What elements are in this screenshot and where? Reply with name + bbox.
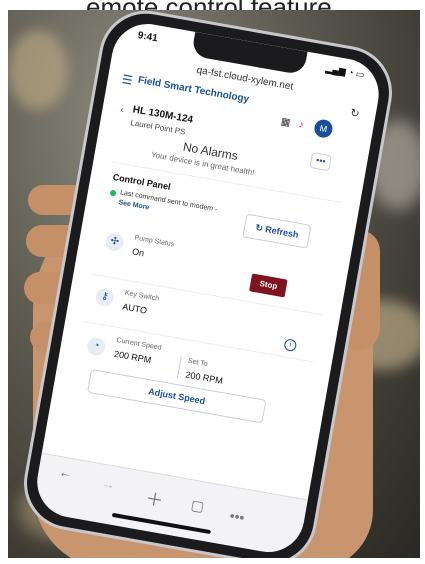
key-switch-label: Key Switch [124, 289, 160, 303]
refresh-button[interactable]: ↻ Refresh [242, 213, 312, 249]
background-leaf [8, 30, 68, 110]
set-to-value: 200 RPM [184, 369, 224, 386]
chevron-left-icon[interactable]: ‹ [120, 104, 125, 114]
forward-icon[interactable]: → [100, 475, 117, 493]
tabs-icon[interactable]: ▢ [190, 496, 206, 515]
photo-scene: 9:41 ▂▄▆ ◔ ▭ qa-fst.cloud-xylem.net ↻ ☰ … [8, 10, 420, 558]
back-icon[interactable]: ← [58, 463, 75, 481]
status-time: 9:41 [136, 30, 159, 45]
grid-icon[interactable]: ▦ [280, 116, 291, 128]
see-more-link[interactable]: See More [118, 199, 150, 211]
key-switch-value: AUTO [121, 301, 148, 316]
pump-status-label: Pump Status [133, 234, 175, 249]
status-dot [109, 189, 117, 197]
set-to-label: Set To [187, 357, 209, 369]
info-icon[interactable]: i [283, 338, 298, 353]
key-icon: ⚷ [94, 286, 116, 308]
current-speed-value: 200 RPM [113, 348, 152, 366]
speed-divider [176, 356, 182, 379]
gauge-icon: ◔ [85, 336, 107, 357]
stop-button[interactable]: Stop [249, 273, 288, 298]
menu-icon[interactable]: ☰ [121, 72, 134, 88]
fan-icon: ✣ [104, 231, 125, 253]
plus-icon[interactable]: ＋ [143, 485, 165, 514]
refresh-label: Refresh [264, 224, 300, 240]
more-icon[interactable]: ••• [228, 507, 245, 525]
bell-icon[interactable]: ♪ [298, 119, 305, 131]
pump-status-value: On [131, 246, 145, 259]
more-options-button[interactable]: ••• [309, 152, 332, 172]
signal-battery-icon: ▂▄▆ ◔ ▭ [324, 63, 366, 80]
